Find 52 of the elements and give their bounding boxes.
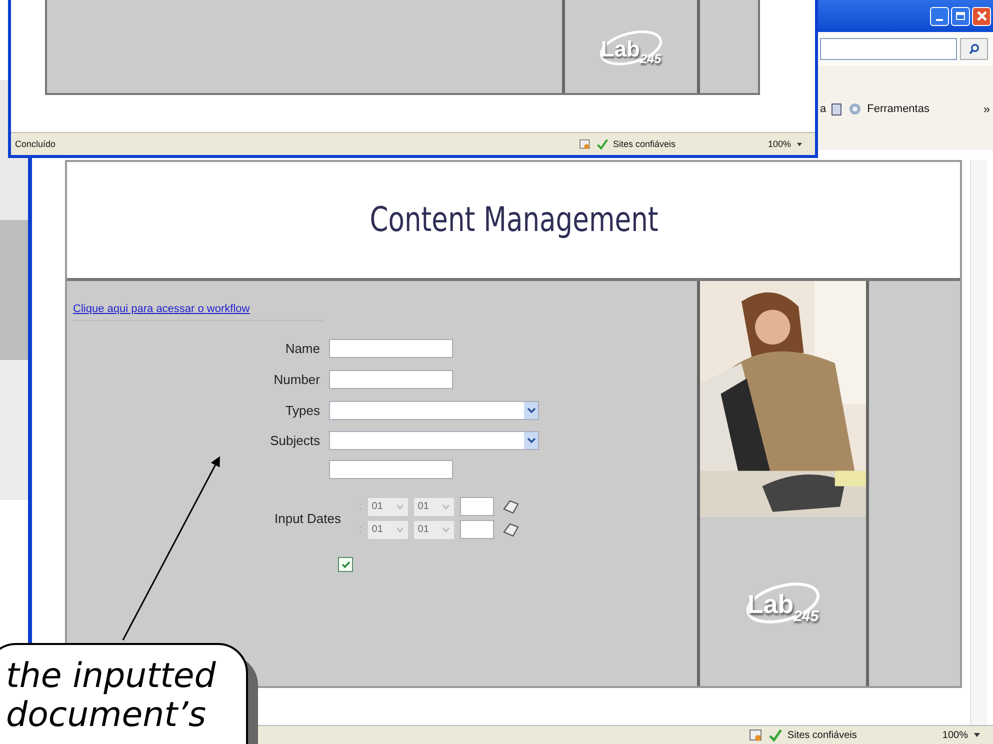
month-dropdown[interactable]: 01: [414, 520, 454, 538]
day-dropdown[interactable]: 01: [368, 498, 408, 516]
year-field[interactable]: [460, 497, 494, 516]
maximize-button[interactable]: [951, 6, 970, 26]
zoom-control[interactable]: 100%: [768, 139, 791, 149]
search-field[interactable]: [820, 38, 957, 60]
toolbar-menu[interactable]: a: [820, 103, 826, 115]
scrollbar[interactable]: [970, 160, 987, 725]
calendar-icon[interactable]: [502, 498, 520, 514]
field-label: Name: [284, 341, 320, 356]
workflow-link[interactable]: Clique aqui para acessar o workflow: [73, 303, 323, 321]
caret-icon[interactable]: [973, 732, 981, 738]
text-field[interactable]: [329, 370, 453, 389]
dropdown[interactable]: [329, 401, 539, 420]
zoom-control[interactable]: 100%: [942, 730, 968, 740]
day-dropdown[interactable]: 01: [368, 520, 408, 538]
search-icon: [968, 43, 980, 55]
year-field[interactable]: [460, 520, 494, 539]
close-button[interactable]: [972, 6, 991, 26]
minimize-button[interactable]: [930, 6, 949, 26]
overflow-chevron[interactable]: »: [983, 102, 990, 116]
zone-text: Sites confiáveis: [612, 139, 676, 149]
toolbar-menu[interactable]: Ferramentas: [867, 103, 930, 115]
field-label: Input Dates: [274, 510, 341, 526]
chevron-down-icon: [396, 526, 404, 532]
field-label: Types: [284, 403, 320, 418]
month-dropdown[interactable]: 01: [414, 498, 454, 516]
field-label: Number: [272, 372, 320, 387]
separator-text: :: [359, 501, 362, 512]
close-icon: [976, 10, 988, 22]
page-title: Content Management: [369, 200, 658, 240]
separator-text: :: [359, 524, 362, 535]
checkbox[interactable]: [338, 557, 353, 572]
chevron-down-icon: [442, 504, 450, 510]
zone-text: Sites confiáveis: [787, 730, 858, 740]
caret-icon[interactable]: [796, 142, 803, 146]
search-button[interactable]: [960, 38, 988, 60]
callout-text: the inputted document’s: [6, 657, 216, 738]
chevron-down-icon: [442, 526, 450, 532]
status-text: Concluído: [15, 139, 56, 149]
checkmark-icon: [340, 560, 350, 569]
dropdown[interactable]: [329, 430, 539, 450]
chevron-down-icon: [526, 436, 536, 444]
page-icon[interactable]: [831, 102, 844, 116]
check-icon: [596, 138, 608, 150]
text-field[interactable]: [329, 339, 453, 358]
text-field[interactable]: [329, 460, 453, 479]
chevron-down-icon: [396, 504, 404, 510]
chevron-down-icon: [526, 407, 536, 414]
field-label: Subjects: [269, 432, 320, 448]
check-icon: [768, 728, 782, 742]
calendar-icon[interactable]: [502, 522, 520, 538]
